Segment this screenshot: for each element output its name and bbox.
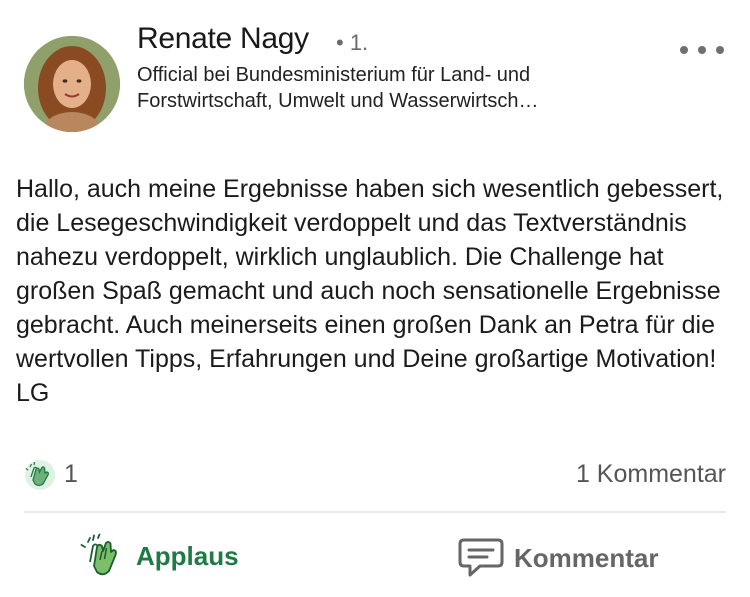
profile-photo (24, 36, 120, 132)
post-text: Hallo, auch meine Ergebnisse haben sich … (16, 175, 724, 407)
clapping-hands-icon[interactable] (24, 459, 56, 491)
divider (24, 511, 726, 513)
feed-post: Renate Nagy • 1. Official bei Bundesmini… (0, 0, 750, 597)
more-horizontal-icon (680, 46, 688, 54)
comment-button[interactable]: Kommentar (458, 532, 658, 584)
comment-label: Kommentar (514, 542, 659, 573)
author-headline: Official bei Bundesministerium für Land-… (137, 64, 539, 112)
reaction-count[interactable]: 1 (64, 460, 78, 489)
clapping-hands-icon (80, 533, 117, 576)
speech-bubble-icon (458, 538, 504, 577)
avatar[interactable] (24, 36, 120, 132)
comment-count-link[interactable]: 1 Kommentar (576, 460, 726, 489)
applause-button[interactable]: Applaus (80, 530, 239, 582)
author-name[interactable]: Renate Nagy (137, 22, 309, 56)
more-options-button[interactable] (680, 38, 724, 62)
applause-label: Applaus (136, 540, 239, 571)
connection-degree: • 1. (336, 30, 369, 55)
